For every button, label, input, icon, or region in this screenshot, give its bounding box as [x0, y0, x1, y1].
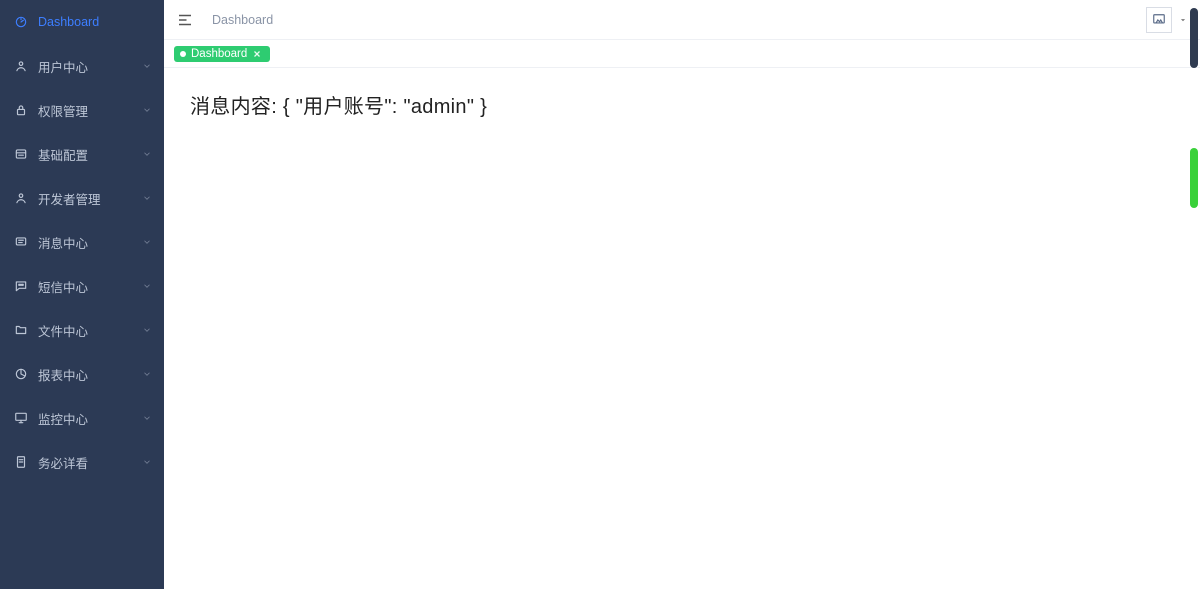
sidebar-item-label: 短信中心: [38, 277, 88, 296]
sidebar-item-0[interactable]: Dashboard: [0, 0, 164, 44]
sidebar-item-label: 务必详看: [38, 453, 88, 472]
sidebar-item-9[interactable]: 监控中心: [0, 396, 164, 440]
sidebar-item-2[interactable]: 权限管理: [0, 88, 164, 132]
chevron-down-icon: [142, 369, 152, 379]
lock-icon: [14, 103, 28, 117]
developer-icon: [14, 191, 28, 205]
sidebar-item-label: 文件中心: [38, 321, 88, 340]
sidebar-item-label: 用户中心: [38, 57, 88, 76]
chevron-down-icon: [1178, 15, 1188, 25]
chevron-down-icon: [142, 413, 152, 423]
menu-toggle-icon[interactable]: [176, 11, 194, 29]
folder-icon: [14, 323, 28, 337]
breadcrumb: Dashboard: [212, 13, 273, 27]
sidebar-item-label: 监控中心: [38, 409, 88, 428]
chevron-down-icon: [142, 105, 152, 115]
content-panel: 消息内容: { "用户账号": "admin" }: [164, 68, 1200, 589]
monitor-icon: [14, 411, 28, 425]
sidebar-item-7[interactable]: 文件中心: [0, 308, 164, 352]
chevron-down-icon: [142, 281, 152, 291]
message-content: 消息内容: { "用户账号": "admin" }: [190, 90, 1174, 119]
tab-label: Dashboard: [191, 48, 247, 60]
topbar: Dashboard: [164, 0, 1200, 40]
sms-icon: [14, 279, 28, 293]
chevron-down-icon: [142, 457, 152, 467]
avatar: [1146, 7, 1172, 33]
sidebar-item-label: 基础配置: [38, 145, 88, 164]
tab-dashboard[interactable]: Dashboard: [174, 46, 270, 62]
dashboard-icon: [14, 15, 28, 29]
chevron-down-icon: [142, 193, 152, 203]
sidebar: Dashboard 用户中心权限管理基础配置开发者管理消息中心短信中心文件中心报表…: [0, 0, 164, 589]
user-menu[interactable]: [1146, 7, 1188, 33]
sidebar-item-5[interactable]: 消息中心: [0, 220, 164, 264]
sidebar-item-4[interactable]: 开发者管理: [0, 176, 164, 220]
chevron-down-icon: [142, 237, 152, 247]
sidebar-item-3[interactable]: 基础配置: [0, 132, 164, 176]
chevron-down-icon: [142, 149, 152, 159]
sidebar-item-label: Dashboard: [38, 15, 99, 29]
main-area: Dashboard Dashboard: [164, 0, 1200, 589]
sidebar-item-6[interactable]: 短信中心: [0, 264, 164, 308]
user-icon: [14, 59, 28, 73]
report-icon: [14, 367, 28, 381]
document-icon: [14, 455, 28, 469]
sidebar-item-label: 权限管理: [38, 101, 88, 120]
chevron-down-icon: [142, 325, 152, 335]
sidebar-item-8[interactable]: 报表中心: [0, 352, 164, 396]
sidebar-item-label: 消息中心: [38, 233, 88, 252]
sidebar-item-1[interactable]: 用户中心: [0, 44, 164, 88]
tab-active-dot: [180, 51, 186, 57]
message-icon: [14, 235, 28, 249]
sidebar-item-label: 报表中心: [38, 365, 88, 384]
sidebar-item-10[interactable]: 务必详看: [0, 440, 164, 484]
settings-card-icon: [14, 147, 28, 161]
tabbar: Dashboard: [164, 40, 1200, 68]
close-icon[interactable]: [252, 49, 262, 59]
sidebar-item-label: 开发者管理: [38, 189, 101, 208]
chevron-down-icon: [142, 61, 152, 71]
